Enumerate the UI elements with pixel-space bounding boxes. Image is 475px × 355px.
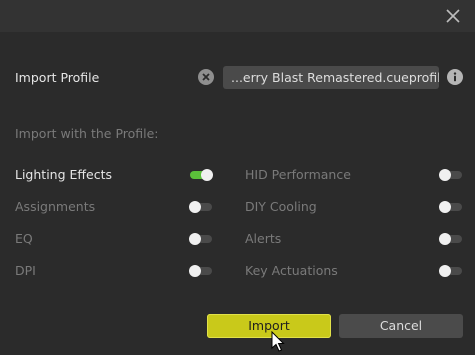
toggle-knob <box>189 201 201 213</box>
cancel-button[interactable]: Cancel <box>339 314 463 338</box>
toggle-hid-performance[interactable] <box>439 169 463 181</box>
toggle-alerts[interactable] <box>439 233 463 245</box>
option-label-alerts: Alerts <box>245 231 282 246</box>
option-label-assignments: Assignments <box>15 199 96 214</box>
toggle-knob <box>439 201 451 213</box>
option-label-lighting-effects: Lighting Effects <box>15 167 112 182</box>
import-button[interactable]: Import <box>207 314 331 338</box>
toggle-knob <box>439 265 451 277</box>
toggle-assignments[interactable] <box>189 201 213 213</box>
toggle-knob <box>189 265 201 277</box>
option-label-diy-cooling: DIY Cooling <box>245 199 317 214</box>
toggle-knob <box>439 169 451 181</box>
toggle-key-actuations[interactable] <box>439 265 463 277</box>
import-profile-dialog: Import Profile ...erry Blast Remastered.… <box>0 0 475 355</box>
option-label-eq: EQ <box>15 231 33 246</box>
toggle-knob <box>189 233 201 245</box>
toggle-lighting-effects[interactable] <box>189 169 213 181</box>
import-with-profile-heading: Import with the Profile: <box>15 126 159 141</box>
import-profile-label: Import Profile <box>15 70 100 85</box>
option-label-hid-performance: HID Performance <box>245 167 351 182</box>
dialog-titlebar <box>0 0 475 32</box>
profile-file-field[interactable]: ...erry Blast Remastered.cueprofile <box>223 66 439 89</box>
toggle-eq[interactable] <box>189 233 213 245</box>
option-label-dpi: DPI <box>15 263 36 278</box>
option-label-key-actuations: Key Actuations <box>245 263 338 278</box>
toggle-dpi[interactable] <box>189 265 213 277</box>
toggle-knob <box>201 169 213 181</box>
info-circle-icon[interactable] <box>447 69 463 85</box>
clear-circle-x-icon[interactable] <box>198 69 214 85</box>
toggle-knob <box>439 233 451 245</box>
toggle-diy-cooling[interactable] <box>439 201 463 213</box>
close-x-icon[interactable] <box>443 6 463 26</box>
